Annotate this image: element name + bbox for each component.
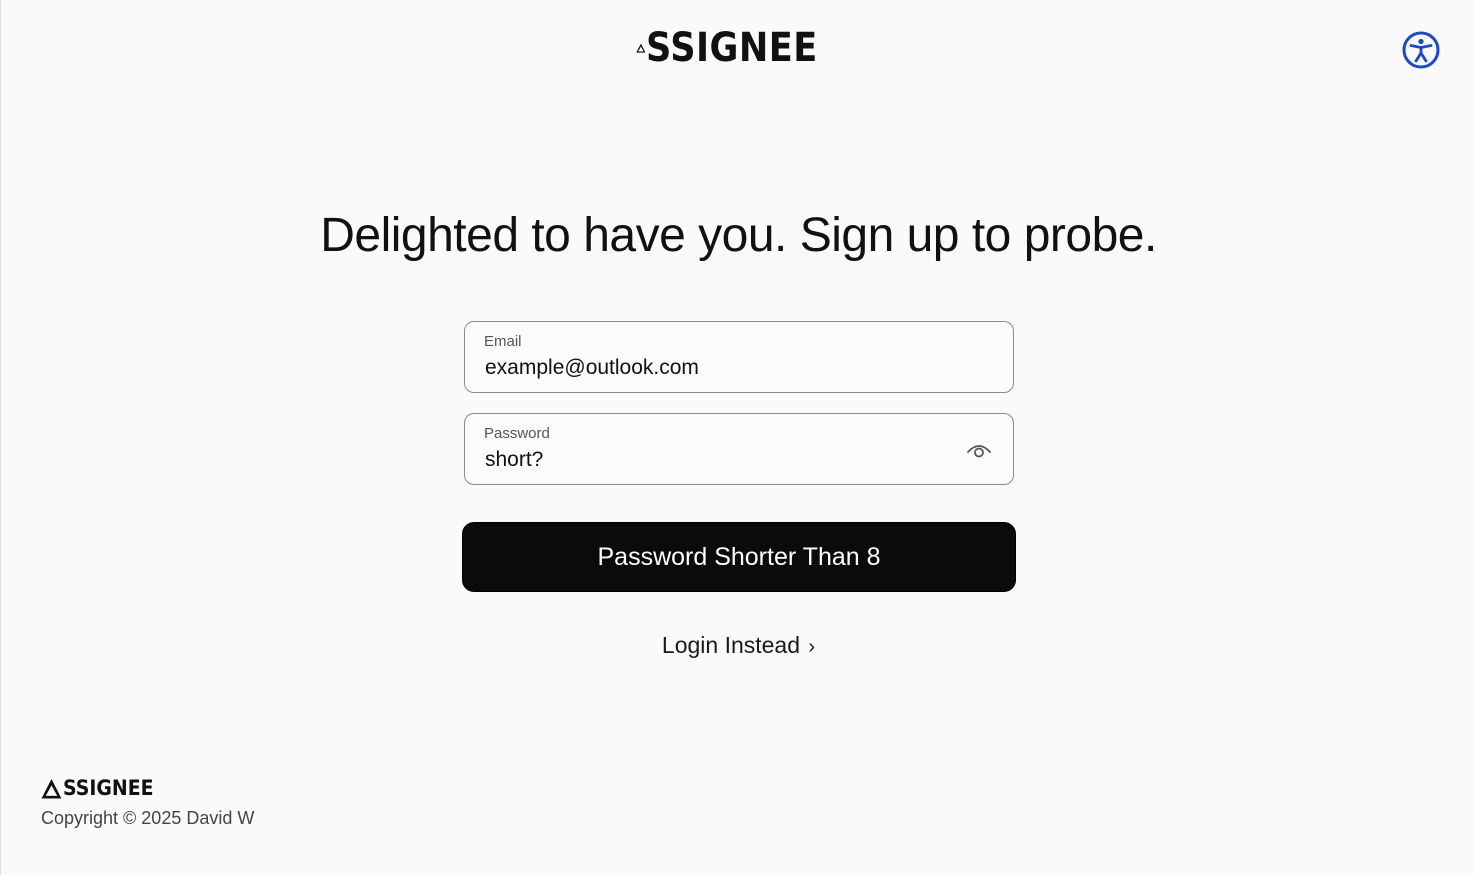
submit-button[interactable]: Password Shorter Than 8 — [462, 522, 1016, 592]
brand-name: SSIGNEE — [646, 25, 819, 71]
eye-icon — [967, 445, 991, 458]
show-password-toggle[interactable] — [965, 439, 993, 461]
copyright-text: Copyright © 2025 David W — [41, 808, 255, 828]
email-label: Email — [484, 333, 522, 350]
email-field[interactable]: Email — [464, 321, 1014, 393]
email-input[interactable] — [485, 356, 945, 380]
login-instead-link[interactable]: Login Instead › — [1, 632, 1475, 659]
password-field[interactable]: Password — [464, 413, 1014, 485]
footer-brand-name: SSIGNEE — [63, 776, 154, 800]
accessibility-icon — [1402, 31, 1440, 69]
page-title: Delighted to have you. Sign up to probe. — [320, 209, 1157, 262]
login-instead-label: Login Instead — [661, 632, 801, 658]
brand-logo: SSIGNEE — [635, 25, 842, 71]
password-label: Password — [484, 425, 550, 442]
footer-logo: SSIGNEE — [41, 778, 254, 799]
triangle-a-logo-icon — [41, 779, 62, 799]
triangle-a-logo-icon — [635, 43, 646, 53]
chevron-right-icon: › — [808, 636, 816, 658]
password-input[interactable] — [485, 448, 945, 472]
accessibility-button[interactable] — [1401, 30, 1441, 70]
header: SSIGNEE — [1, 28, 1475, 68]
footer: SSIGNEE Copyright © 2025 David W — [41, 778, 254, 829]
